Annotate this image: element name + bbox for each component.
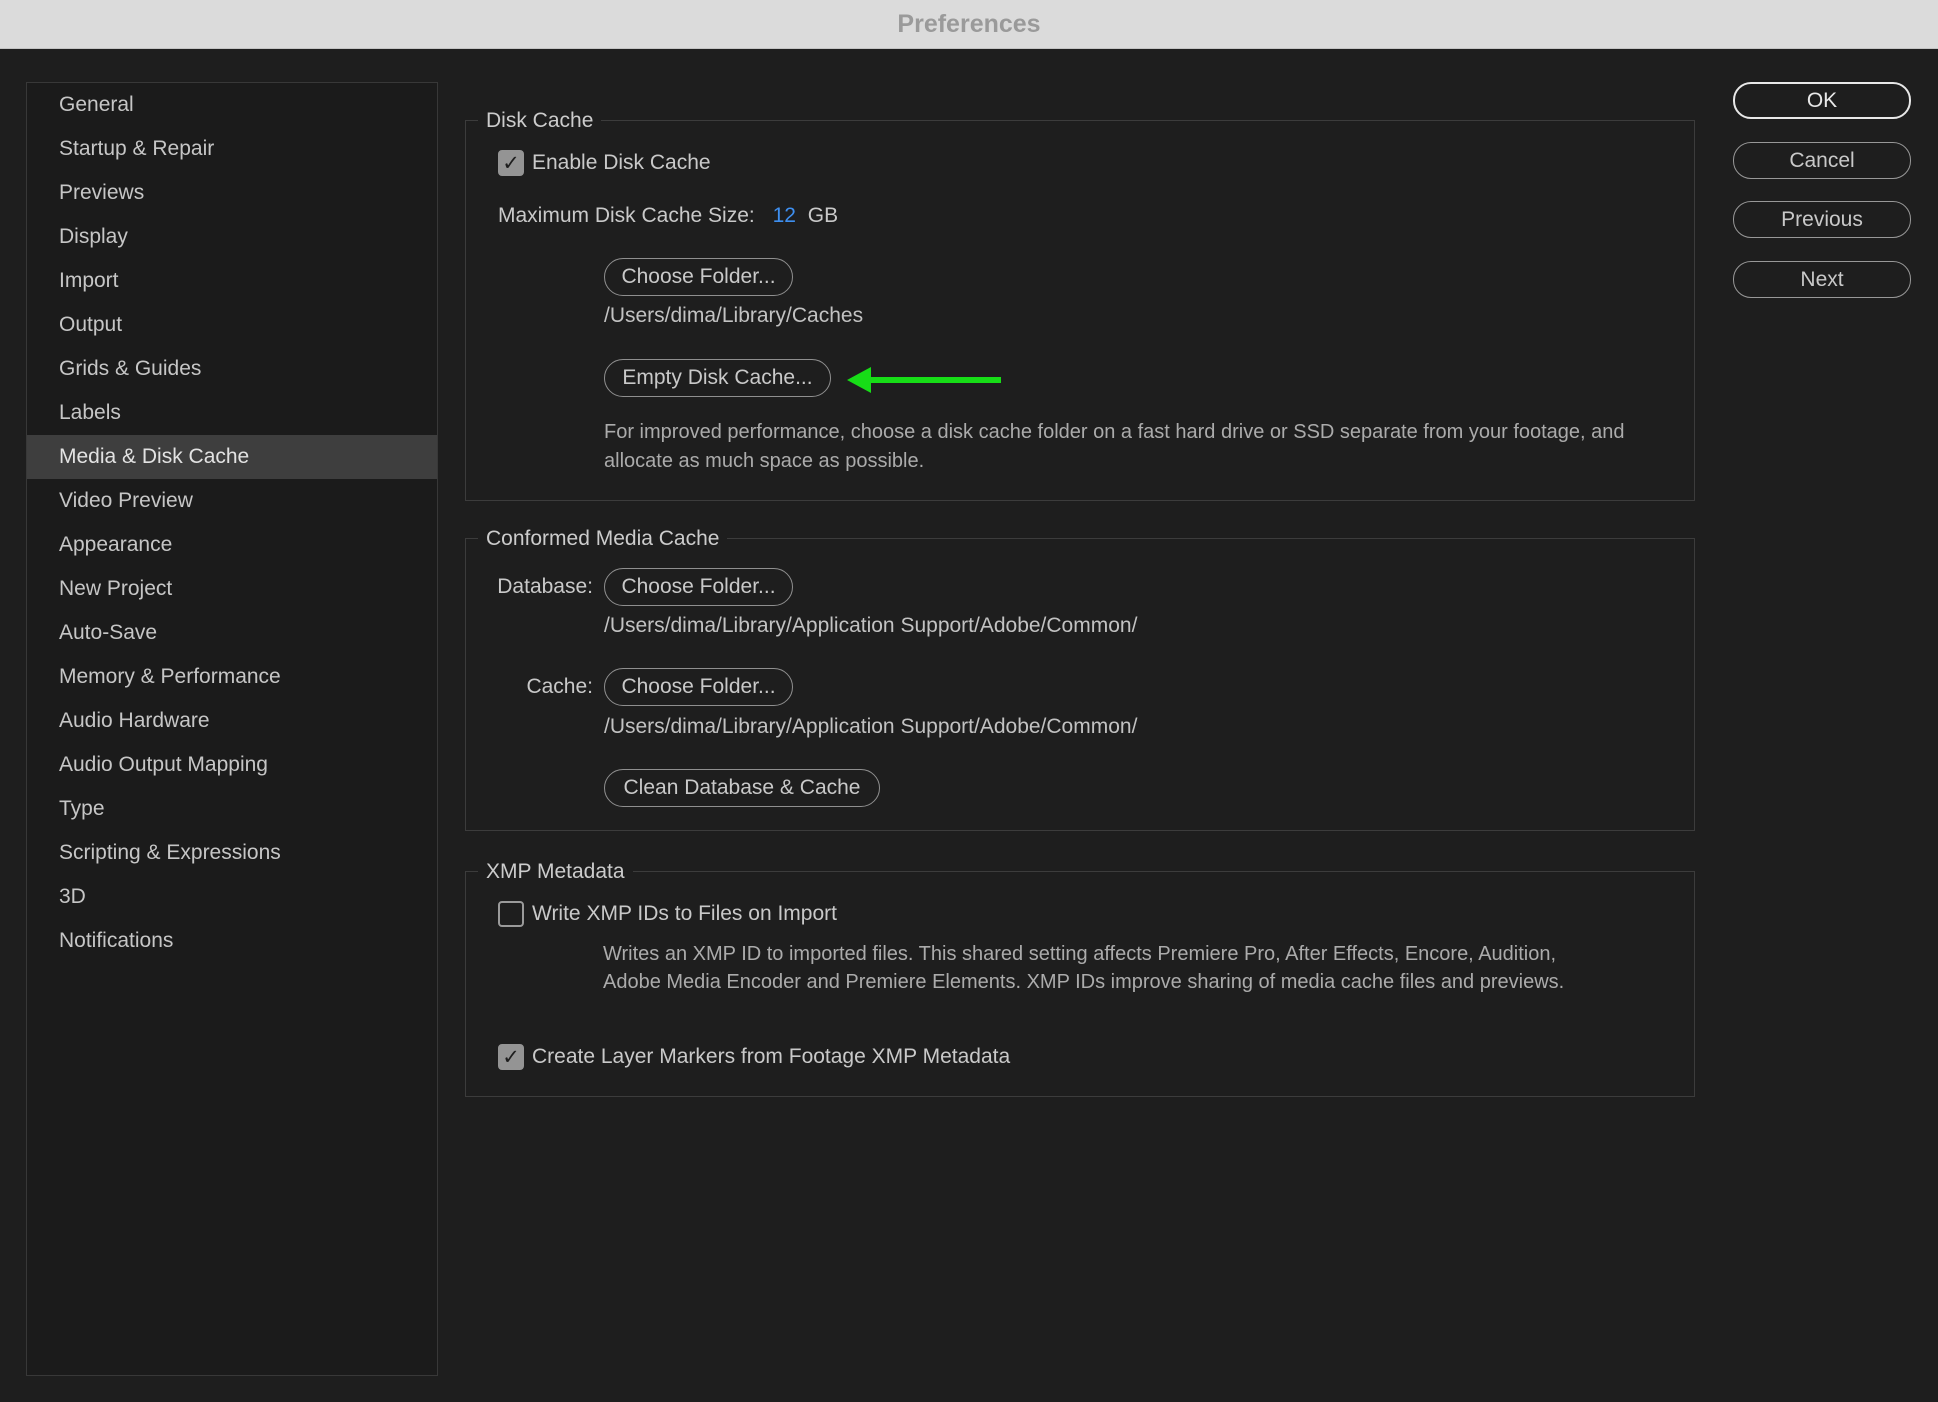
disk-cache-group-title: Disk Cache [478,107,602,134]
sidebar: General Startup & Repair Previews Displa… [26,82,438,1376]
empty-disk-cache-button[interactable]: Empty Disk Cache... [604,359,831,397]
write-xmp-ids-checkbox[interactable] [498,901,524,927]
sidebar-item-grids-guides[interactable]: Grids & Guides [27,347,437,391]
sidebar-item-startup-repair[interactable]: Startup & Repair [27,127,437,171]
sidebar-item-labels[interactable]: Labels [27,391,437,435]
cache-choose-folder-button[interactable]: Choose Folder... [604,668,793,706]
disk-cache-group: Disk Cache ✓ Enable Disk Cache Maximum D… [465,107,1695,501]
xmp-metadata-group-title: XMP Metadata [478,858,633,885]
database-choose-folder-button[interactable]: Choose Folder... [604,568,793,606]
sidebar-item-video-preview[interactable]: Video Preview [27,479,437,523]
sidebar-item-media-disk-cache[interactable]: Media & Disk Cache [27,435,437,479]
xmp-help-text: Writes an XMP ID to imported files. This… [603,943,1565,993]
sidebar-item-new-project[interactable]: New Project [27,567,437,611]
sidebar-item-display[interactable]: Display [27,215,437,259]
sidebar-item-previews[interactable]: Previews [27,171,437,215]
max-disk-cache-size-value[interactable]: 12 [773,204,796,227]
cancel-button[interactable]: Cancel [1733,142,1911,179]
enable-disk-cache-label: Enable Disk Cache [532,151,711,174]
check-icon: ✓ [502,1045,520,1069]
create-layer-markers-checkbox[interactable]: ✓ [498,1044,524,1070]
max-disk-cache-size-unit: GB [807,204,839,227]
sidebar-item-output[interactable]: Output [27,303,437,347]
window-title: Preferences [897,9,1041,38]
max-disk-cache-size-row: Maximum Disk Cache Size: 12 GB [498,203,838,229]
sidebar-item-audio-output-mapping[interactable]: Audio Output Mapping [27,743,437,787]
arrow-shaft [869,377,1001,383]
next-button[interactable]: Next [1733,261,1911,298]
sidebar-item-memory-performance[interactable]: Memory & Performance [27,655,437,699]
clean-database-cache-button[interactable]: Clean Database & Cache [604,769,880,807]
annotation-arrow [847,366,1003,394]
sidebar-item-scripting-expressions[interactable]: Scripting & Expressions [27,831,437,875]
disk-cache-folder-path: /Users/dima/Library/Caches [604,304,864,327]
sidebar-item-appearance[interactable]: Appearance [27,523,437,567]
sidebar-item-type[interactable]: Type [27,787,437,831]
arrow-head-icon [847,367,871,393]
previous-button[interactable]: Previous [1733,201,1911,238]
enable-disk-cache-checkbox[interactable]: ✓ [498,150,524,176]
sidebar-item-audio-hardware[interactable]: Audio Hardware [27,699,437,743]
sidebar-item-auto-save[interactable]: Auto-Save [27,611,437,655]
cache-label: Cache: [526,675,593,698]
sidebar-item-3d[interactable]: 3D [27,875,437,919]
conformed-media-cache-group-title: Conformed Media Cache [478,525,728,552]
sidebar-item-notifications[interactable]: Notifications [27,919,437,963]
create-layer-markers-label: Create Layer Markers from Footage XMP Me… [532,1045,1011,1068]
titlebar: Preferences [0,0,1938,49]
conformed-media-cache-group: Conformed Media Cache Database: Choose F… [465,525,1695,831]
sidebar-item-import[interactable]: Import [27,259,437,303]
max-disk-cache-size-label: Maximum Disk Cache Size: [498,204,755,227]
disk-cache-help-text: For improved performance, choose a disk … [604,421,1625,472]
check-icon: ✓ [502,151,520,175]
disk-cache-choose-folder-button[interactable]: Choose Folder... [604,258,793,296]
xmp-metadata-group: XMP Metadata Write XMP IDs to Files on I… [465,858,1695,1097]
preferences-dialog: Preferences General Startup & Repair Pre… [0,0,1938,1402]
cache-path: /Users/dima/Library/Application Support/… [604,715,1138,738]
write-xmp-ids-label: Write XMP IDs to Files on Import [532,902,837,925]
database-path: /Users/dima/Library/Application Support/… [604,614,1138,637]
ok-button[interactable]: OK [1733,82,1911,119]
database-label: Database: [497,575,593,598]
sidebar-item-general[interactable]: General [27,83,437,127]
